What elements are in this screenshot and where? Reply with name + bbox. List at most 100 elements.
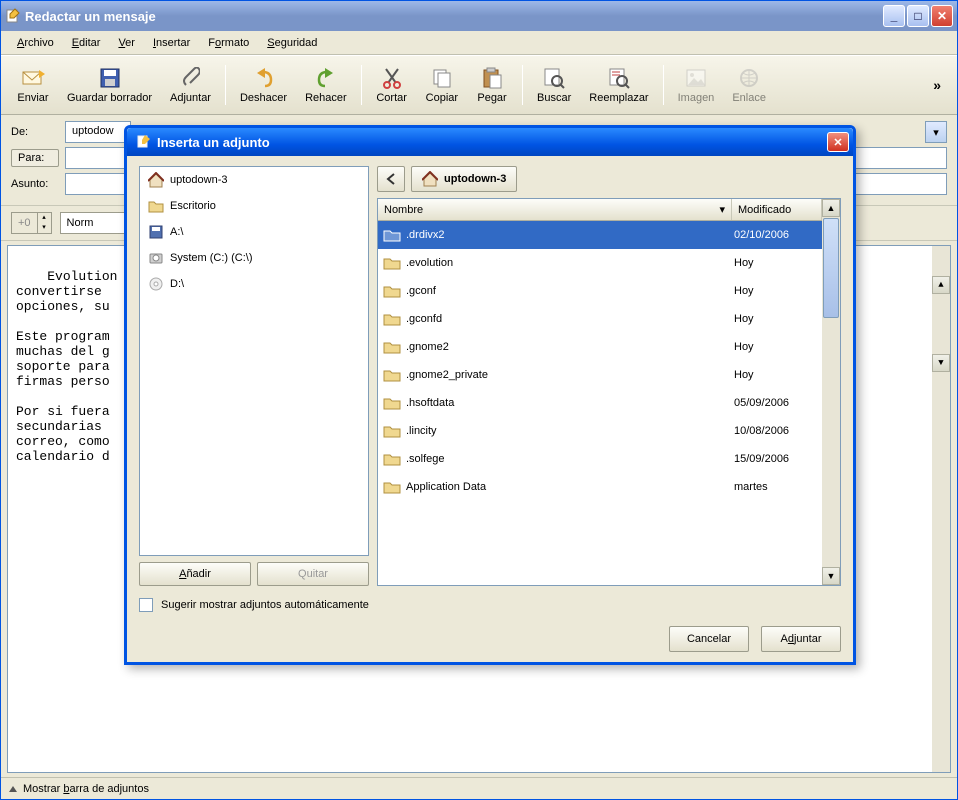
col-modified[interactable]: Modificado	[732, 199, 822, 220]
place-item[interactable]: A:\	[140, 219, 368, 245]
folder-icon	[382, 395, 402, 411]
file-row[interactable]: .solfege15/09/2006	[378, 445, 822, 473]
compose-icon	[5, 8, 21, 24]
toolbar-separator	[663, 65, 664, 105]
file-row[interactable]: .hsoftdata05/09/2006	[378, 389, 822, 417]
menu-seguridad[interactable]: Seguridad	[259, 35, 325, 51]
find-button[interactable]: Buscar	[529, 62, 579, 108]
spin-up[interactable]: ▴	[37, 213, 51, 223]
to-button[interactable]: Para:	[11, 149, 59, 167]
places-panel: uptodown-3EscritorioA:\System (C:) (C:\)…	[139, 166, 369, 586]
search-icon	[542, 66, 566, 90]
menu-ver[interactable]: Ver	[110, 35, 143, 51]
from-label: De:	[11, 126, 59, 138]
file-row[interactable]: .gconfHoy	[378, 277, 822, 305]
maximize-button[interactable]: □	[907, 5, 929, 27]
file-list: Nombre▾ Modificado .drdivx202/10/2006.ev…	[377, 198, 841, 586]
redo-button[interactable]: Rehacer	[297, 62, 355, 108]
place-item[interactable]: uptodown-3	[140, 167, 368, 193]
file-row[interactable]: .evolutionHoy	[378, 249, 822, 277]
toolbar-separator	[225, 65, 226, 105]
replace-button[interactable]: Reemplazar	[581, 62, 656, 108]
scroll-down-icon[interactable]: ▼	[822, 567, 840, 585]
nav-back-button[interactable]	[377, 166, 405, 192]
file-row[interactable]: Application Datamartes	[378, 473, 822, 501]
from-combo[interactable]: uptodow	[65, 121, 131, 143]
copy-icon	[430, 66, 454, 90]
file-row[interactable]: .gnome2_privateHoy	[378, 361, 822, 389]
status-text[interactable]: Mostrar barra de adjuntos	[23, 783, 149, 795]
toolbar: Enviar Guardar borrador Adjuntar Deshace…	[1, 55, 957, 115]
folder-icon	[382, 283, 402, 299]
redo-icon	[314, 66, 338, 90]
statusbar: Mostrar barra de adjuntos	[1, 777, 957, 799]
folder-icon	[382, 339, 402, 355]
toolbar-separator	[522, 65, 523, 105]
send-button[interactable]: Enviar	[9, 62, 57, 108]
file-row[interactable]: .drdivx202/10/2006	[378, 221, 822, 249]
folder-icon	[382, 423, 402, 439]
save-draft-button[interactable]: Guardar borrador	[59, 62, 160, 108]
home-icon	[148, 172, 164, 188]
envelope-send-icon	[21, 66, 45, 90]
expand-icon[interactable]	[9, 786, 17, 792]
place-item[interactable]: System (C:) (C:\)	[140, 245, 368, 271]
scroll-down-icon[interactable]: ▼	[932, 354, 950, 372]
editor-scrollbar[interactable]: ▲ ▼	[932, 246, 950, 772]
file-list-header: Nombre▾ Modificado	[378, 199, 822, 221]
scissors-icon	[380, 66, 404, 90]
toolbar-overflow[interactable]: »	[925, 73, 949, 97]
suggest-label[interactable]: Sugerir mostrar adjuntos automáticamente	[161, 599, 369, 611]
cancel-button[interactable]: Cancelar	[669, 626, 749, 652]
paste-button[interactable]: Pegar	[468, 62, 516, 108]
menu-archivo[interactable]: Archivo	[9, 35, 62, 51]
file-pane: uptodown-3 Nombre▾ Modificado .drdivx202…	[377, 166, 841, 586]
paste-icon	[480, 66, 504, 90]
folder-icon	[382, 451, 402, 467]
minimize-button[interactable]: _	[883, 5, 905, 27]
paperclip-icon	[178, 66, 202, 90]
dialog-titlebar: Inserta un adjunto ✕	[127, 128, 853, 156]
menubar: Archivo Editar Ver Insertar Formato Segu…	[1, 31, 957, 55]
copy-button[interactable]: Copiar	[418, 62, 466, 108]
attach-button[interactable]: Adjuntar	[162, 62, 219, 108]
attach-confirm-button[interactable]: Adjuntar	[761, 626, 841, 652]
menu-insertar[interactable]: Insertar	[145, 35, 198, 51]
toolbar-separator	[361, 65, 362, 105]
folder-icon	[382, 227, 402, 243]
hdd-icon	[148, 250, 164, 266]
signature-combo[interactable]: ▾	[925, 121, 947, 143]
undo-button[interactable]: Deshacer	[232, 62, 295, 108]
place-item[interactable]: D:\	[140, 271, 368, 297]
col-name[interactable]: Nombre▾	[378, 199, 732, 220]
home-icon	[422, 171, 438, 187]
close-button[interactable]: ✕	[931, 5, 953, 27]
folder-icon	[382, 311, 402, 327]
file-row[interactable]: .gconfdHoy	[378, 305, 822, 333]
link-icon	[737, 66, 761, 90]
scroll-up-icon[interactable]: ▲	[932, 276, 950, 294]
add-place-button[interactable]: Añadir	[139, 562, 251, 586]
dialog-close-button[interactable]: ✕	[827, 132, 849, 152]
subject-label: Asunto:	[11, 178, 59, 190]
folder-icon	[382, 479, 402, 495]
folder-icon	[148, 198, 164, 214]
scroll-up-icon[interactable]: ▲	[822, 199, 840, 217]
file-row[interactable]: .gnome2Hoy	[378, 333, 822, 361]
folder-icon	[382, 367, 402, 383]
suggest-checkbox[interactable]	[139, 598, 153, 612]
location-button[interactable]: uptodown-3	[411, 166, 517, 192]
spin-down[interactable]: ▾	[37, 223, 51, 233]
menu-editar[interactable]: Editar	[64, 35, 109, 51]
place-item[interactable]: Escritorio	[140, 193, 368, 219]
font-size-spinner[interactable]: +0 ▴▾	[11, 212, 52, 234]
places-list[interactable]: uptodown-3EscritorioA:\System (C:) (C:\)…	[139, 166, 369, 556]
scroll-thumb[interactable]	[823, 218, 839, 318]
window-title: Redactar un mensaje	[21, 9, 883, 24]
file-scrollbar[interactable]: ▲ ▼	[822, 199, 840, 585]
link-button: Enlace	[724, 62, 774, 108]
folder-icon	[382, 255, 402, 271]
menu-formato[interactable]: Formato	[200, 35, 257, 51]
cut-button[interactable]: Cortar	[368, 62, 416, 108]
file-row[interactable]: .lincity10/08/2006	[378, 417, 822, 445]
